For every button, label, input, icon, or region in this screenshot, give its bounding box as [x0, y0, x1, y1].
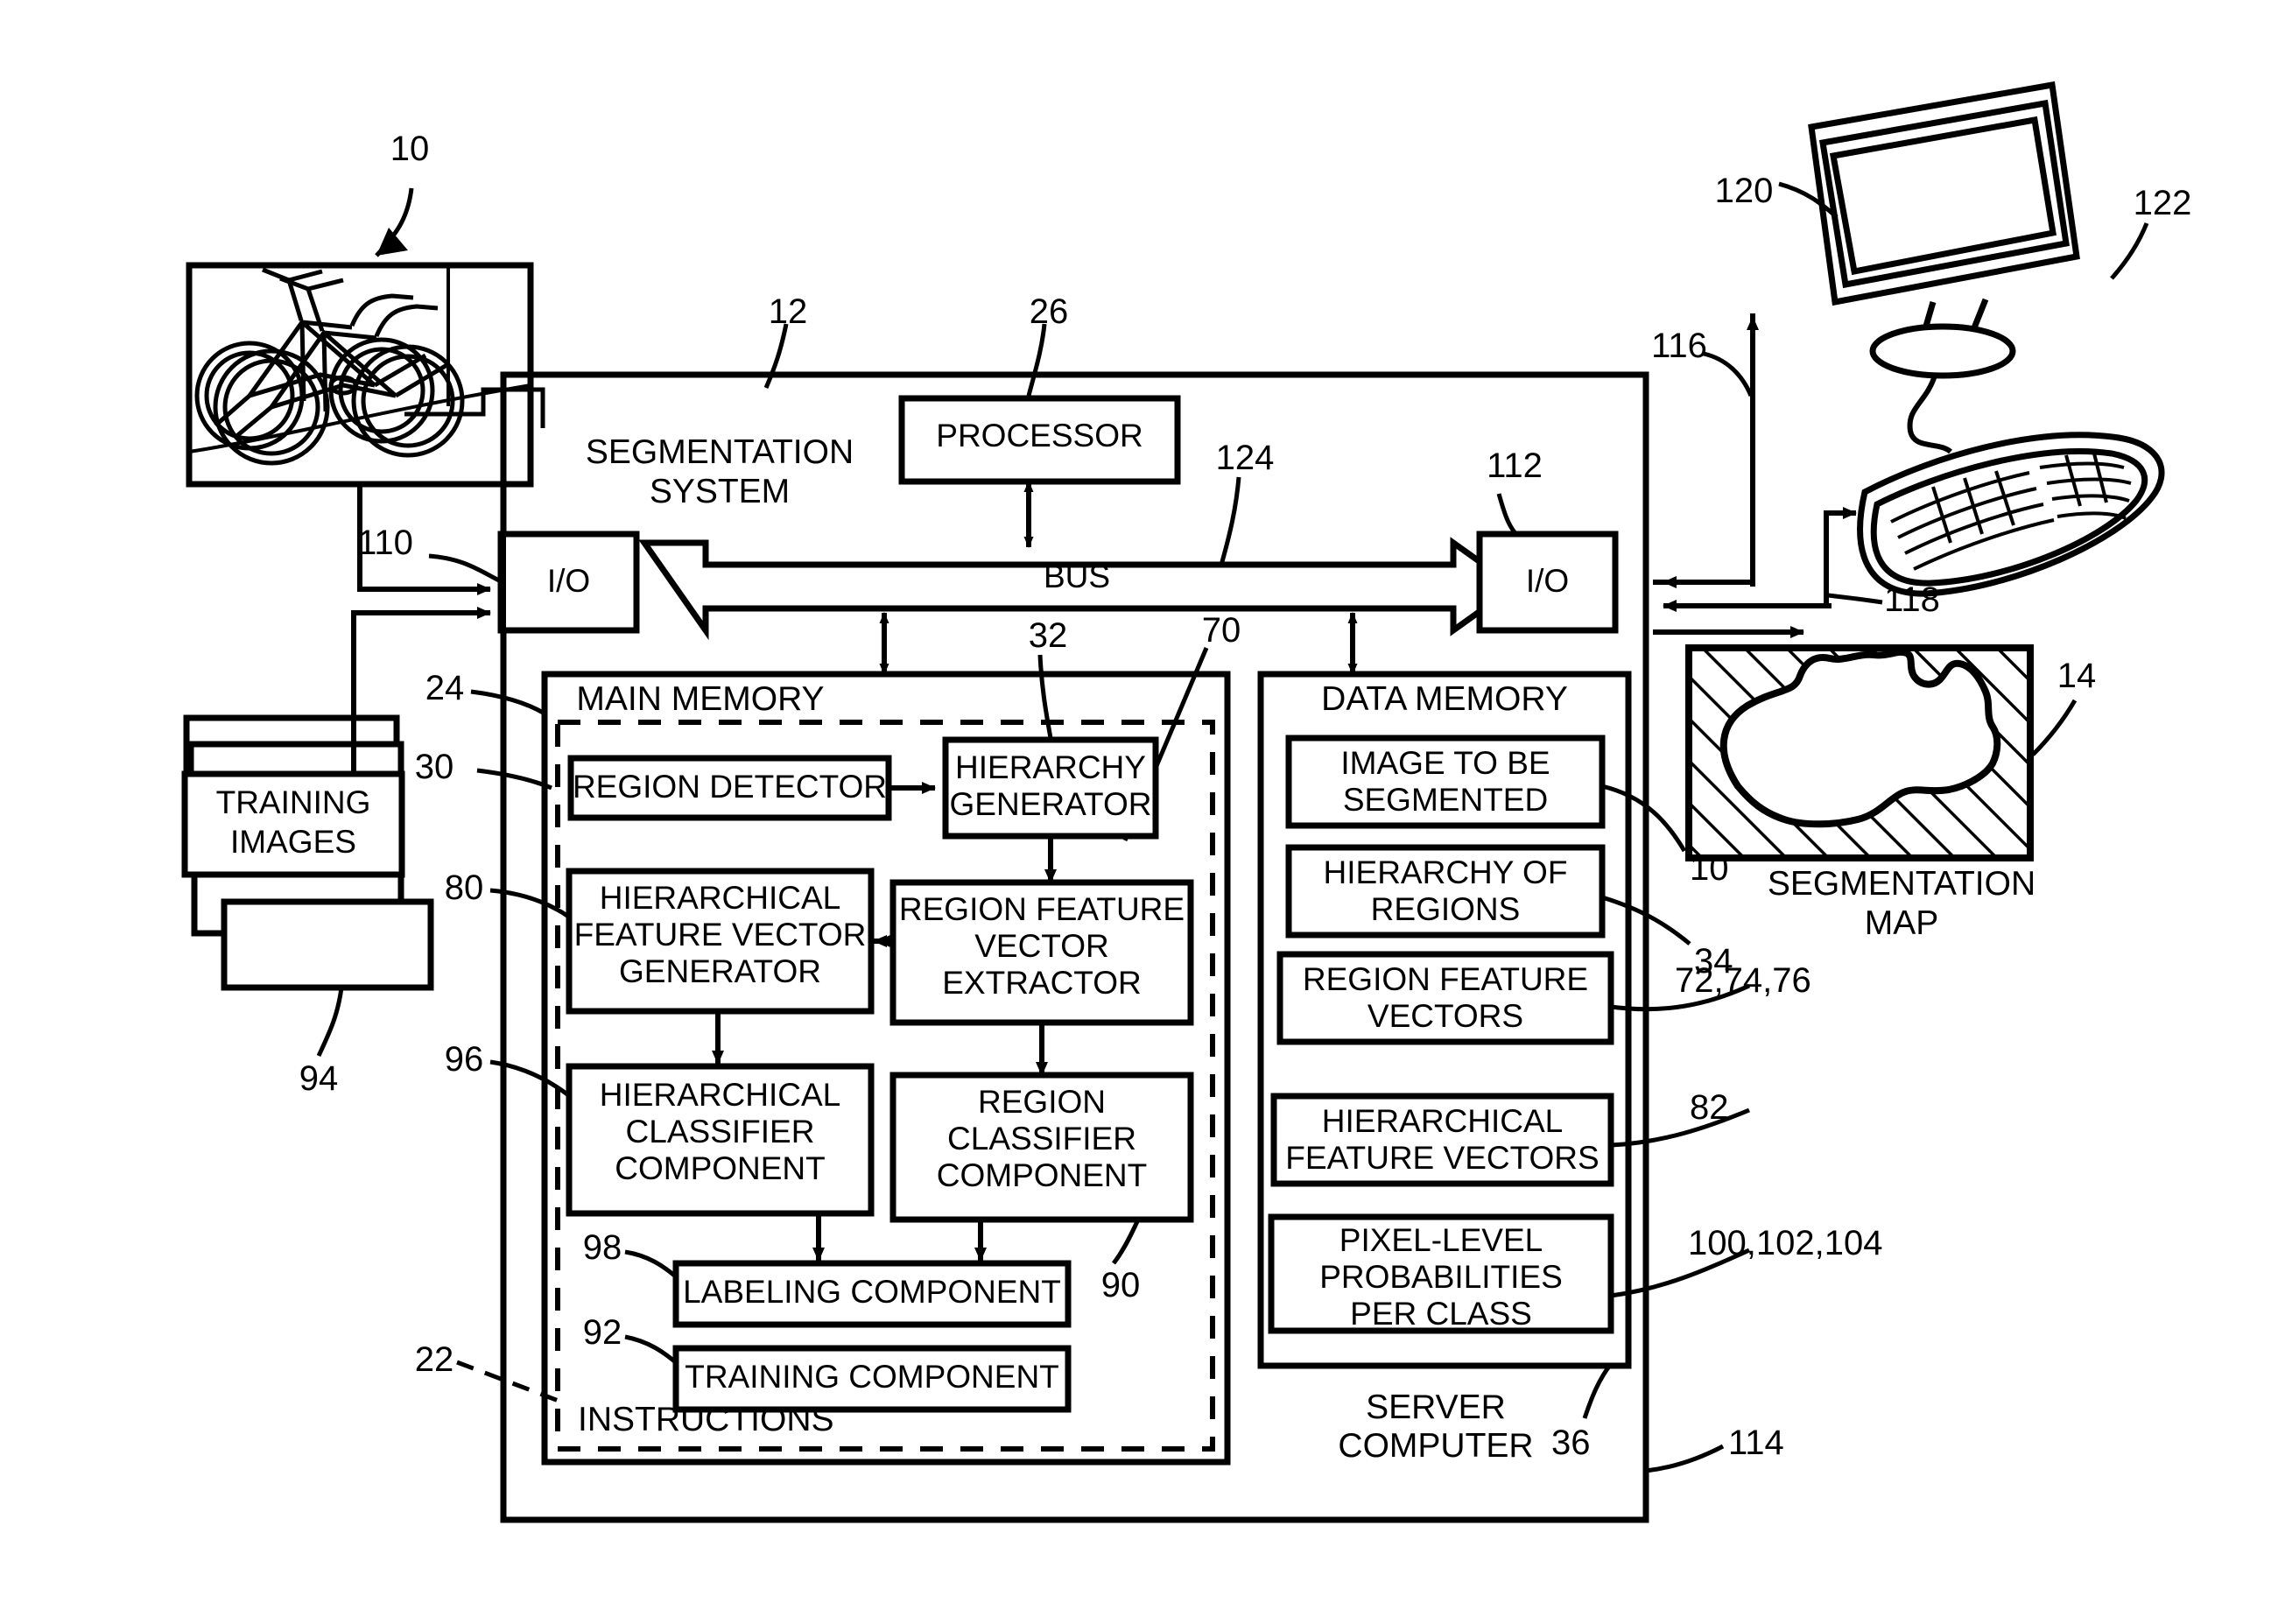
- ref-116-display-link: 116: [1651, 327, 1707, 365]
- ref-70-region-feature-vector-extractor: 70: [1201, 611, 1241, 650]
- training-images-label-line1: TRAINING: [215, 784, 371, 820]
- io-right-label: I/O: [1525, 563, 1570, 599]
- segmentation-map-label-line1: SEGMENTATION: [1767, 865, 2036, 903]
- ref-98-labeling-component: 98: [582, 1228, 622, 1267]
- ref-14-segmentation-map: 14: [2057, 657, 2097, 695]
- ref-122-keyboard: 122: [2133, 184, 2192, 222]
- region-feature-vectors-label-line2: VECTORS: [1367, 998, 1524, 1034]
- training-images-label-line2: IMAGES: [230, 824, 356, 860]
- labeling-component-label: LABELING COMPONENT: [683, 1274, 1061, 1310]
- ref-12-segmentation-system: 12: [768, 292, 808, 331]
- hierarchical-classifier-label-line2: CLASSIFIER: [625, 1114, 815, 1149]
- ref-22-instructions: 22: [414, 1340, 454, 1379]
- ref-30-region-detector: 30: [414, 748, 454, 786]
- hfv-generator-label-line2: FEATURE VECTOR: [573, 917, 867, 953]
- ref-10-image-to-be-segmented: 10: [1690, 849, 1729, 888]
- ref-110-io-left: 110: [357, 524, 413, 562]
- region-classifier-label-line2: CLASSIFIER: [947, 1121, 1136, 1156]
- ref-94-training-images: 94: [299, 1059, 339, 1098]
- ref-118-keyboard-link: 118: [1884, 580, 1940, 619]
- ref-24-main-memory: 24: [425, 669, 465, 707]
- ref-32-hierarchy-generator: 32: [1028, 616, 1068, 655]
- hfv-generator-label-line3: GENERATOR: [619, 953, 821, 989]
- rfv-extractor-label-line2: VECTOR: [974, 928, 1109, 964]
- hierarchy-generator-label-line1: HIERARCHY: [955, 749, 1146, 785]
- server-computer-label-line2: COMPUTER: [1338, 1427, 1534, 1465]
- region-detector-label: REGION DETECTOR: [572, 769, 888, 805]
- hierarchical-classifier-label-line1: HIERARCHICAL: [599, 1077, 841, 1113]
- processor-box-label: PROCESSOR: [936, 418, 1143, 453]
- instructions-label: INSTRUCTIONS: [578, 1401, 834, 1438]
- region-classifier-label-line1: REGION: [978, 1084, 1106, 1120]
- bus-label: BUS: [1043, 559, 1111, 594]
- ref-10-input-image: 10: [390, 130, 430, 168]
- ref-112-io-right: 112: [1487, 446, 1543, 485]
- hfv-generator-label-line1: HIERARCHICAL: [599, 880, 841, 916]
- ref-82-hierarchical-feature-vectors: 82: [1690, 1088, 1729, 1127]
- ref-124-bus: 124: [1215, 439, 1275, 477]
- ref-100102104-pixel-level-probabilities: 100,102,104: [1688, 1224, 1883, 1262]
- hierarchical-feature-vectors-label-line1: HIERARCHICAL: [1321, 1103, 1564, 1139]
- ref-92-training-component: 92: [582, 1313, 622, 1352]
- segmentation-system-title-line1: SEGMENTATION: [585, 433, 854, 471]
- patent-figure: 10 SEGMENTATION SYSTEM 12 PROCESSOR 26 B…: [0, 0, 2271, 1624]
- ref-36-server-computer: 36: [1551, 1424, 1591, 1462]
- hierarchical-feature-vectors-label-line2: FEATURE VECTORS: [1285, 1140, 1600, 1176]
- image-to-be-segmented-label-line2: SEGMENTED: [1342, 782, 1549, 818]
- hierarchy-generator-label-line2: GENERATOR: [949, 786, 1152, 822]
- pixel-level-probabilities-label-line3: PER CLASS: [1350, 1296, 1532, 1332]
- pixel-level-probabilities-label-line2: PROBABILITIES: [1319, 1259, 1563, 1295]
- segmentation-system-title-line2: SYSTEM: [649, 473, 791, 510]
- data-memory-title: DATA MEMORY: [1321, 680, 1568, 718]
- ref-727476-region-feature-vectors: 72,74,76: [1675, 961, 1811, 1000]
- pixel-level-probabilities-label-line1: PIXEL-LEVEL: [1339, 1222, 1543, 1258]
- ref-96-hierarchical-classifier-component: 96: [444, 1040, 484, 1079]
- hierarchy-of-regions-label-line1: HIERARCHY OF: [1323, 854, 1568, 890]
- training-component-label: TRAINING COMPONENT: [685, 1359, 1059, 1395]
- ref-26-processor: 26: [1029, 292, 1069, 331]
- ref-120-display: 120: [1714, 172, 1774, 210]
- region-classifier-label-line3: COMPONENT: [936, 1157, 1148, 1193]
- region-feature-vectors-label-line1: REGION FEATURE: [1302, 961, 1589, 997]
- rfv-extractor-label-line3: EXTRACTOR: [942, 965, 1142, 1001]
- hierarchy-of-regions-label-line2: REGIONS: [1370, 891, 1521, 927]
- rfv-extractor-label-line1: REGION FEATURE: [898, 891, 1185, 927]
- hierarchical-classifier-label-line3: COMPONENT: [615, 1150, 826, 1186]
- ref-80-hierarchical-feature-vector-generator: 80: [444, 868, 484, 907]
- main-memory-title: MAIN MEMORY: [576, 680, 825, 718]
- ref-114-segmentation-system-outer: 114: [1728, 1424, 1784, 1462]
- io-left-label: I/O: [546, 563, 591, 599]
- ref-90-region-classifier-component: 90: [1100, 1266, 1141, 1304]
- image-to-be-segmented-label-line1: IMAGE TO BE: [1340, 745, 1550, 781]
- segmentation-map-label-line2: MAP: [1864, 904, 1939, 942]
- server-computer-label-line1: SERVER: [1366, 1388, 1506, 1426]
